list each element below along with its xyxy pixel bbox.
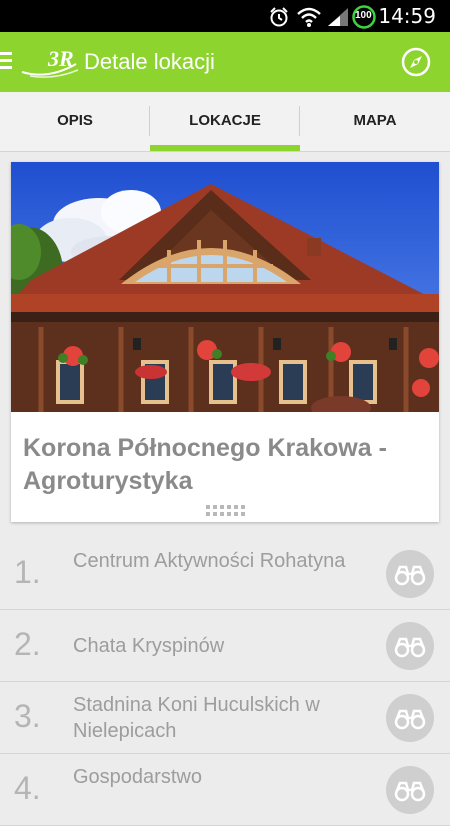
binoculars-icon[interactable] (386, 550, 434, 598)
logo-text: 3R (47, 46, 74, 71)
featured-location-card[interactable]: Korona Północnego Krakowa - Agroturystyk… (11, 162, 439, 522)
list-item[interactable]: 4. Gospodarstwo (0, 754, 450, 826)
page-title: Detale lokacji (84, 49, 215, 74)
item-name: Chata Kryspinów (73, 635, 225, 657)
item-name: Gospodarstwo (73, 766, 202, 788)
app-logo[interactable]: 3R (18, 42, 80, 82)
item-number: 3. (14, 698, 41, 734)
clock: 14:59 (378, 4, 436, 28)
location-photo (11, 162, 439, 412)
tab-label: MAPA (353, 112, 397, 129)
tab-label: LOKACJE (189, 112, 261, 129)
binoculars-icon[interactable] (386, 622, 434, 670)
item-name: Centrum Aktywności Rohatyna (73, 550, 346, 572)
tab-mapa[interactable]: MAPA (300, 92, 450, 151)
binoculars-icon[interactable] (386, 766, 434, 814)
list-item[interactable]: 3. Stadnina Koni Huculskich w Nielepicac… (0, 682, 450, 754)
binoculars-icon[interactable] (386, 694, 434, 742)
drag-handle-icon[interactable] (206, 505, 246, 517)
location-name: Korona Północnego Krakowa - Agroturystyk… (23, 434, 387, 495)
active-tab-indicator (150, 145, 300, 151)
tab-bar: OPIS LOKACJE MAPA (0, 92, 450, 152)
location-list: 1. Centrum Aktywności Rohatyna 2. Chata … (0, 538, 450, 826)
tab-opis[interactable]: OPIS (0, 92, 150, 151)
item-number: 4. (14, 770, 41, 806)
status-bar: 100 14:59 (0, 0, 450, 32)
item-name: Stadnina Koni Huculskich w Nielepicach (73, 694, 320, 742)
list-item[interactable]: 2. Chata Kryspinów (0, 610, 450, 682)
alarm-clock-icon (270, 7, 288, 27)
item-number: 2. (14, 626, 41, 662)
signal-icon (328, 8, 348, 26)
item-number: 1. (14, 554, 41, 590)
compass-icon[interactable] (400, 46, 432, 78)
wifi-icon (297, 7, 321, 27)
battery-level: 100 (355, 10, 372, 21)
menu-icon[interactable] (0, 52, 12, 72)
tab-lokacje[interactable]: LOKACJE (150, 92, 300, 151)
list-item[interactable]: 1. Centrum Aktywności Rohatyna (0, 538, 450, 610)
tab-label: OPIS (57, 112, 93, 129)
app-bar: 3R Detale lokacji (0, 32, 450, 92)
